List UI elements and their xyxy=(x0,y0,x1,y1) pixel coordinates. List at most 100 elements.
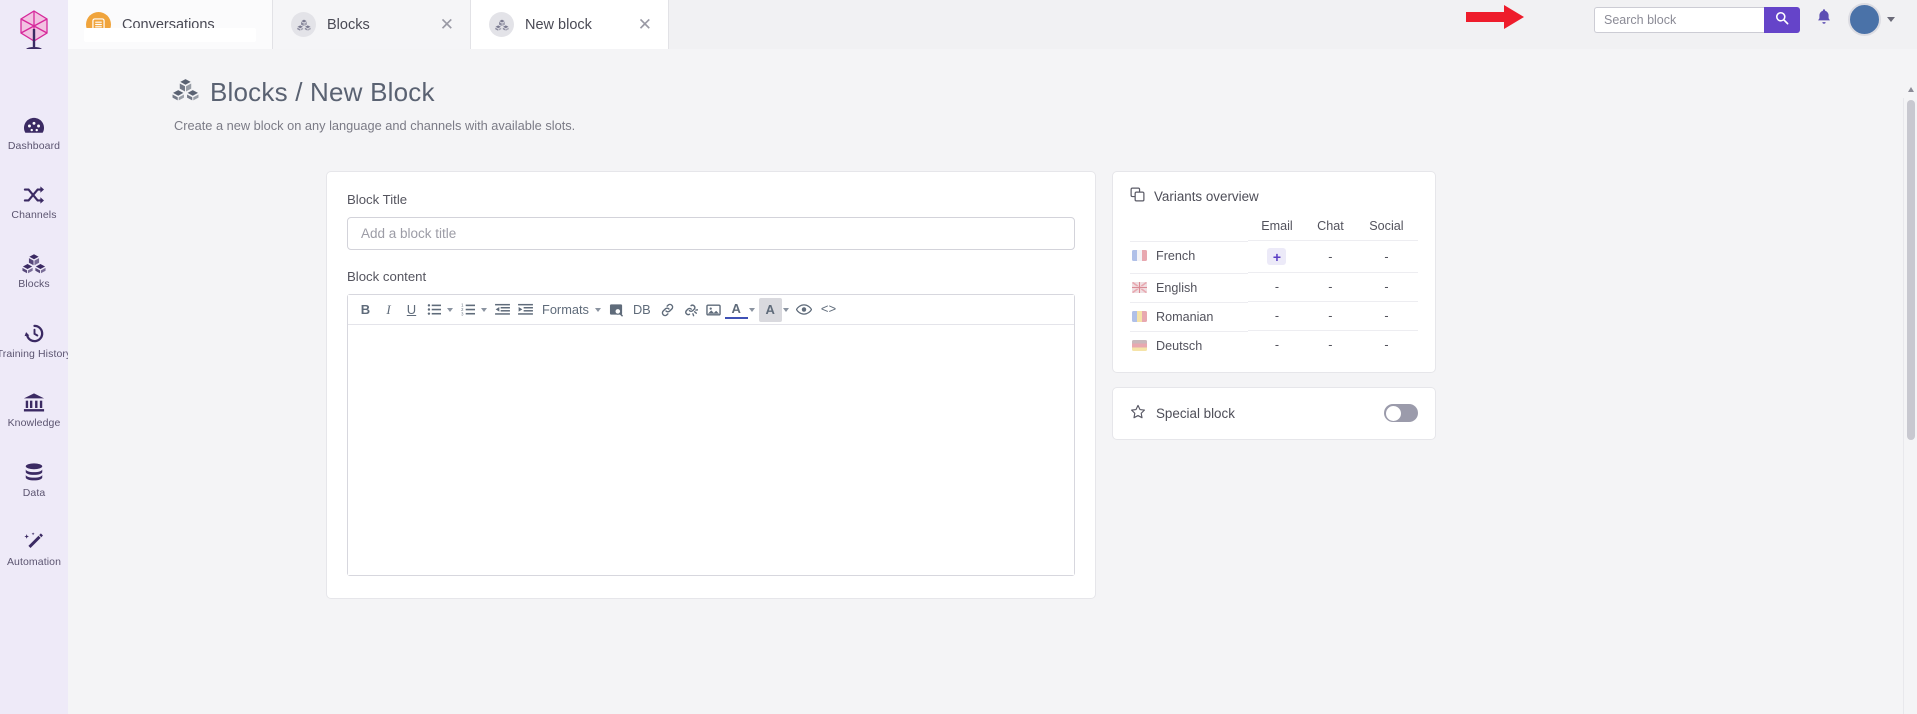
text-color-icon[interactable]: A xyxy=(724,300,748,319)
page-subtitle: Create a new block on any language and c… xyxy=(174,118,576,133)
col-social: Social xyxy=(1369,219,1404,233)
tab-conversations[interactable]: Conversations xyxy=(68,0,273,49)
search-input[interactable] xyxy=(1594,6,1764,33)
sidebar-item-knowledge[interactable]: Knowledge xyxy=(0,383,68,438)
variant-email-cell[interactable]: - xyxy=(1248,330,1306,360)
variant-social-cell[interactable]: - xyxy=(1354,272,1418,302)
background-color-caret-icon[interactable] xyxy=(782,307,789,312)
col-language xyxy=(1130,213,1248,241)
table-row: Deutsch - - - xyxy=(1130,330,1418,360)
sidebar-item-dashboard[interactable]: Dashboard xyxy=(0,107,68,161)
special-block-toggle[interactable] xyxy=(1384,404,1418,422)
sidebar-item-data[interactable]: Data xyxy=(0,453,68,508)
variant-language-label: Romanian xyxy=(1156,309,1214,324)
page-scrollbar[interactable] xyxy=(1903,87,1917,714)
variant-social-cell[interactable]: - xyxy=(1354,330,1418,360)
scrollbar-thumb[interactable] xyxy=(1907,100,1915,440)
image-icon[interactable] xyxy=(702,298,725,322)
tab-new-block[interactable]: New block ✕ xyxy=(471,0,669,49)
blocks-icon xyxy=(489,12,514,37)
chevron-down-icon xyxy=(1887,17,1895,22)
text-color-caret-icon[interactable] xyxy=(748,307,755,312)
outdent-icon[interactable] xyxy=(491,298,514,322)
blocks-icon xyxy=(291,12,316,37)
sidebar-item-training-history[interactable]: Training History xyxy=(0,314,72,369)
variant-language-cell: Romanian xyxy=(1130,301,1248,331)
variant-chat-cell[interactable]: - xyxy=(1305,272,1355,302)
block-form-card: Block Title Block content B I U 123 xyxy=(326,171,1096,599)
add-email-variant-button[interactable]: + xyxy=(1267,248,1287,265)
link-icon[interactable] xyxy=(656,298,679,322)
db-button[interactable]: DB xyxy=(628,298,656,322)
page-title: Blocks / New Block xyxy=(172,77,1917,108)
sidebar-item-label: Data xyxy=(22,486,46,499)
indent-icon[interactable] xyxy=(514,298,537,322)
bold-icon[interactable]: B xyxy=(354,298,377,322)
variant-social-cell[interactable]: - xyxy=(1354,240,1418,273)
variant-chat-cell[interactable]: - xyxy=(1305,301,1355,331)
variant-email-cell[interactable]: - xyxy=(1248,301,1306,331)
scroll-up-icon[interactable] xyxy=(1908,87,1914,92)
sidebar-item-blocks[interactable]: Blocks xyxy=(0,244,68,299)
background-color-icon[interactable]: A xyxy=(758,297,782,322)
copy-icon xyxy=(1130,187,1145,205)
bank-icon xyxy=(23,392,45,413)
sidebar-item-automation[interactable]: Automation xyxy=(0,522,68,577)
special-block-card: Special block xyxy=(1112,386,1436,440)
dashboard-icon xyxy=(23,116,45,136)
variant-social-cell[interactable]: - xyxy=(1354,301,1418,331)
editor-content-area[interactable] xyxy=(348,325,1074,575)
col-email: Email xyxy=(1261,219,1293,233)
table-row: Romanian - - - xyxy=(1130,301,1418,331)
blocks-icon xyxy=(172,77,199,108)
variant-language-cell: Deutsch xyxy=(1130,330,1248,360)
sidebar-item-channels[interactable]: Channels xyxy=(0,176,68,230)
numbered-list-icon[interactable]: 123 xyxy=(457,298,480,322)
rich-text-editor: B I U 123 Formats DB A A <> xyxy=(347,294,1075,576)
bullet-list-caret-icon[interactable] xyxy=(447,307,453,312)
user-menu[interactable] xyxy=(1848,3,1895,36)
app-logo[interactable] xyxy=(0,0,68,55)
preview-source-icon[interactable] xyxy=(605,298,628,322)
table-header-row: Email Chat Social xyxy=(1130,213,1418,241)
sidebar-item-label: Automation xyxy=(6,556,62,568)
tab-blocks[interactable]: Blocks ✕ xyxy=(273,0,471,49)
eye-preview-icon[interactable] xyxy=(793,298,816,322)
svg-text:3: 3 xyxy=(461,311,464,316)
variant-email-cell[interactable]: + xyxy=(1248,240,1306,273)
numbered-list-caret-icon[interactable] xyxy=(481,307,487,312)
database-icon xyxy=(23,462,45,483)
variant-language-label: French xyxy=(1156,248,1196,263)
underline-icon[interactable]: U xyxy=(400,298,423,322)
formats-menu[interactable]: Formats xyxy=(537,298,594,322)
variant-chat-cell[interactable]: - xyxy=(1305,330,1355,360)
formats-caret-icon[interactable] xyxy=(594,307,601,312)
block-title-label: Block Title xyxy=(347,192,408,207)
flag-gb-icon xyxy=(1132,282,1147,293)
top-tab-bar: Conversations Blocks ✕ New block ✕ xyxy=(68,0,1917,49)
page-header: Blocks / New Block Create a new block on… xyxy=(68,77,1917,133)
italic-icon[interactable]: I xyxy=(377,298,400,322)
variants-table: Email Chat Social French + - - English -… xyxy=(1130,213,1418,360)
topbar-actions xyxy=(1464,2,1917,49)
source-code-icon[interactable]: <> xyxy=(816,298,842,322)
sidebar-item-label: Training History xyxy=(0,347,72,360)
variant-email-cell[interactable]: - xyxy=(1248,272,1306,302)
flag-ro-icon xyxy=(1132,311,1147,322)
bell-icon[interactable] xyxy=(1816,8,1832,31)
table-row: French + - - xyxy=(1130,240,1418,273)
block-title-input[interactable] xyxy=(347,217,1075,250)
tab-label: Blocks xyxy=(327,16,370,33)
tab-close-icon[interactable]: ✕ xyxy=(432,16,454,33)
unlink-icon[interactable] xyxy=(679,298,702,322)
sidebar-item-label: Knowledge xyxy=(7,417,61,429)
magic-wand-icon xyxy=(23,531,45,552)
bullet-list-icon[interactable] xyxy=(423,298,446,322)
editor-toolbar: B I U 123 Formats DB A A <> xyxy=(348,295,1074,325)
variant-chat-cell[interactable]: - xyxy=(1305,240,1355,273)
tab-close-icon[interactable]: ✕ xyxy=(630,16,652,33)
search-button[interactable] xyxy=(1764,6,1800,33)
variant-language-cell: English xyxy=(1130,272,1248,302)
page-content: Blocks / New Block Create a new block on… xyxy=(68,49,1917,714)
variants-card-header: Variants overview xyxy=(1130,187,1418,205)
